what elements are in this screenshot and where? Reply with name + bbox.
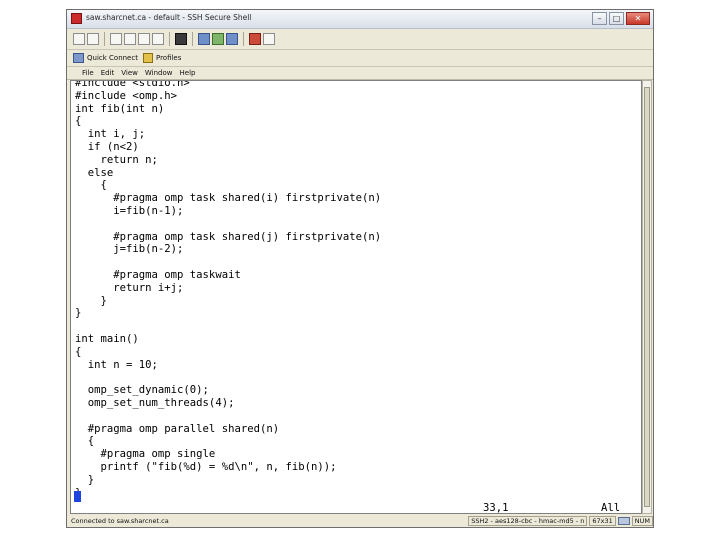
status-bar: Connected to saw.sharcnet.ca SSH2 - aes1…: [67, 515, 653, 527]
terminal-area[interactable]: #include <stdio.h> #include <omp.h> int …: [70, 80, 642, 514]
new-file-transfer-icon[interactable]: [198, 33, 210, 45]
toolbar-separator: [192, 32, 193, 46]
toolbar-separator: [104, 32, 105, 46]
help-icon[interactable]: [263, 33, 275, 45]
connection-status: Connected to saw.sharcnet.ca: [71, 517, 169, 525]
terminal-size: 67x31: [589, 516, 616, 526]
find-icon[interactable]: [175, 33, 187, 45]
minimize-button[interactable]: –: [592, 12, 607, 25]
cursor-position: 33,1: [483, 502, 509, 514]
profiles-folder-icon: [142, 53, 153, 63]
menu-help[interactable]: Help: [180, 69, 196, 77]
ssh-window: saw.sharcnet.ca - default - SSH Secure S…: [66, 9, 654, 528]
keyboard-icon: [617, 517, 630, 525]
print-icon[interactable]: [87, 33, 99, 45]
protocol-info: SSH2 - aes128-cbc - hmac-md5 - n: [468, 516, 588, 526]
toolbar-separator: [243, 32, 244, 46]
quick-connect-icon: [73, 53, 84, 63]
close-button[interactable]: ✕: [626, 12, 650, 25]
paste-icon[interactable]: [152, 33, 164, 45]
main-toolbar: [67, 29, 653, 50]
quick-connect-button[interactable]: Quick Connect: [73, 53, 138, 63]
terminal-text: #include <stdio.h> #include <omp.h> int …: [75, 80, 382, 499]
terminal-cursor: [74, 491, 81, 502]
profiles-button[interactable]: Profiles: [142, 53, 182, 63]
scrollbar-thumb[interactable]: [644, 87, 650, 507]
cut-icon[interactable]: [124, 33, 136, 45]
quick-toolbar: Quick Connect Profiles: [67, 50, 653, 67]
scroll-state: All: [601, 502, 621, 514]
menu-edit[interactable]: Edit: [101, 69, 115, 77]
settings-icon[interactable]: [212, 33, 224, 45]
profiles-label: Profiles: [155, 54, 182, 62]
menu-window[interactable]: Window: [145, 69, 173, 77]
window-title: saw.sharcnet.ca - default - SSH Secure S…: [86, 13, 252, 22]
copy-icon[interactable]: [138, 33, 150, 45]
num-lock-indicator: NUM: [631, 516, 653, 526]
new-terminal-icon[interactable]: [110, 33, 122, 45]
menu-bar: File Edit View Window Help: [67, 67, 653, 80]
file-transfer-icon[interactable]: [226, 33, 238, 45]
quick-connect-label: Quick Connect: [87, 54, 138, 62]
title-bar[interactable]: saw.sharcnet.ca - default - SSH Secure S…: [67, 10, 653, 29]
menu-file[interactable]: File: [82, 69, 94, 77]
disconnect-icon[interactable]: [249, 33, 261, 45]
maximize-button[interactable]: □: [609, 12, 624, 25]
menu-view[interactable]: View: [121, 69, 138, 77]
window-controls: – □ ✕: [592, 12, 650, 25]
toolbar-separator: [169, 32, 170, 46]
vertical-scrollbar[interactable]: [642, 80, 652, 514]
save-icon[interactable]: [73, 33, 85, 45]
app-icon: [71, 13, 82, 24]
